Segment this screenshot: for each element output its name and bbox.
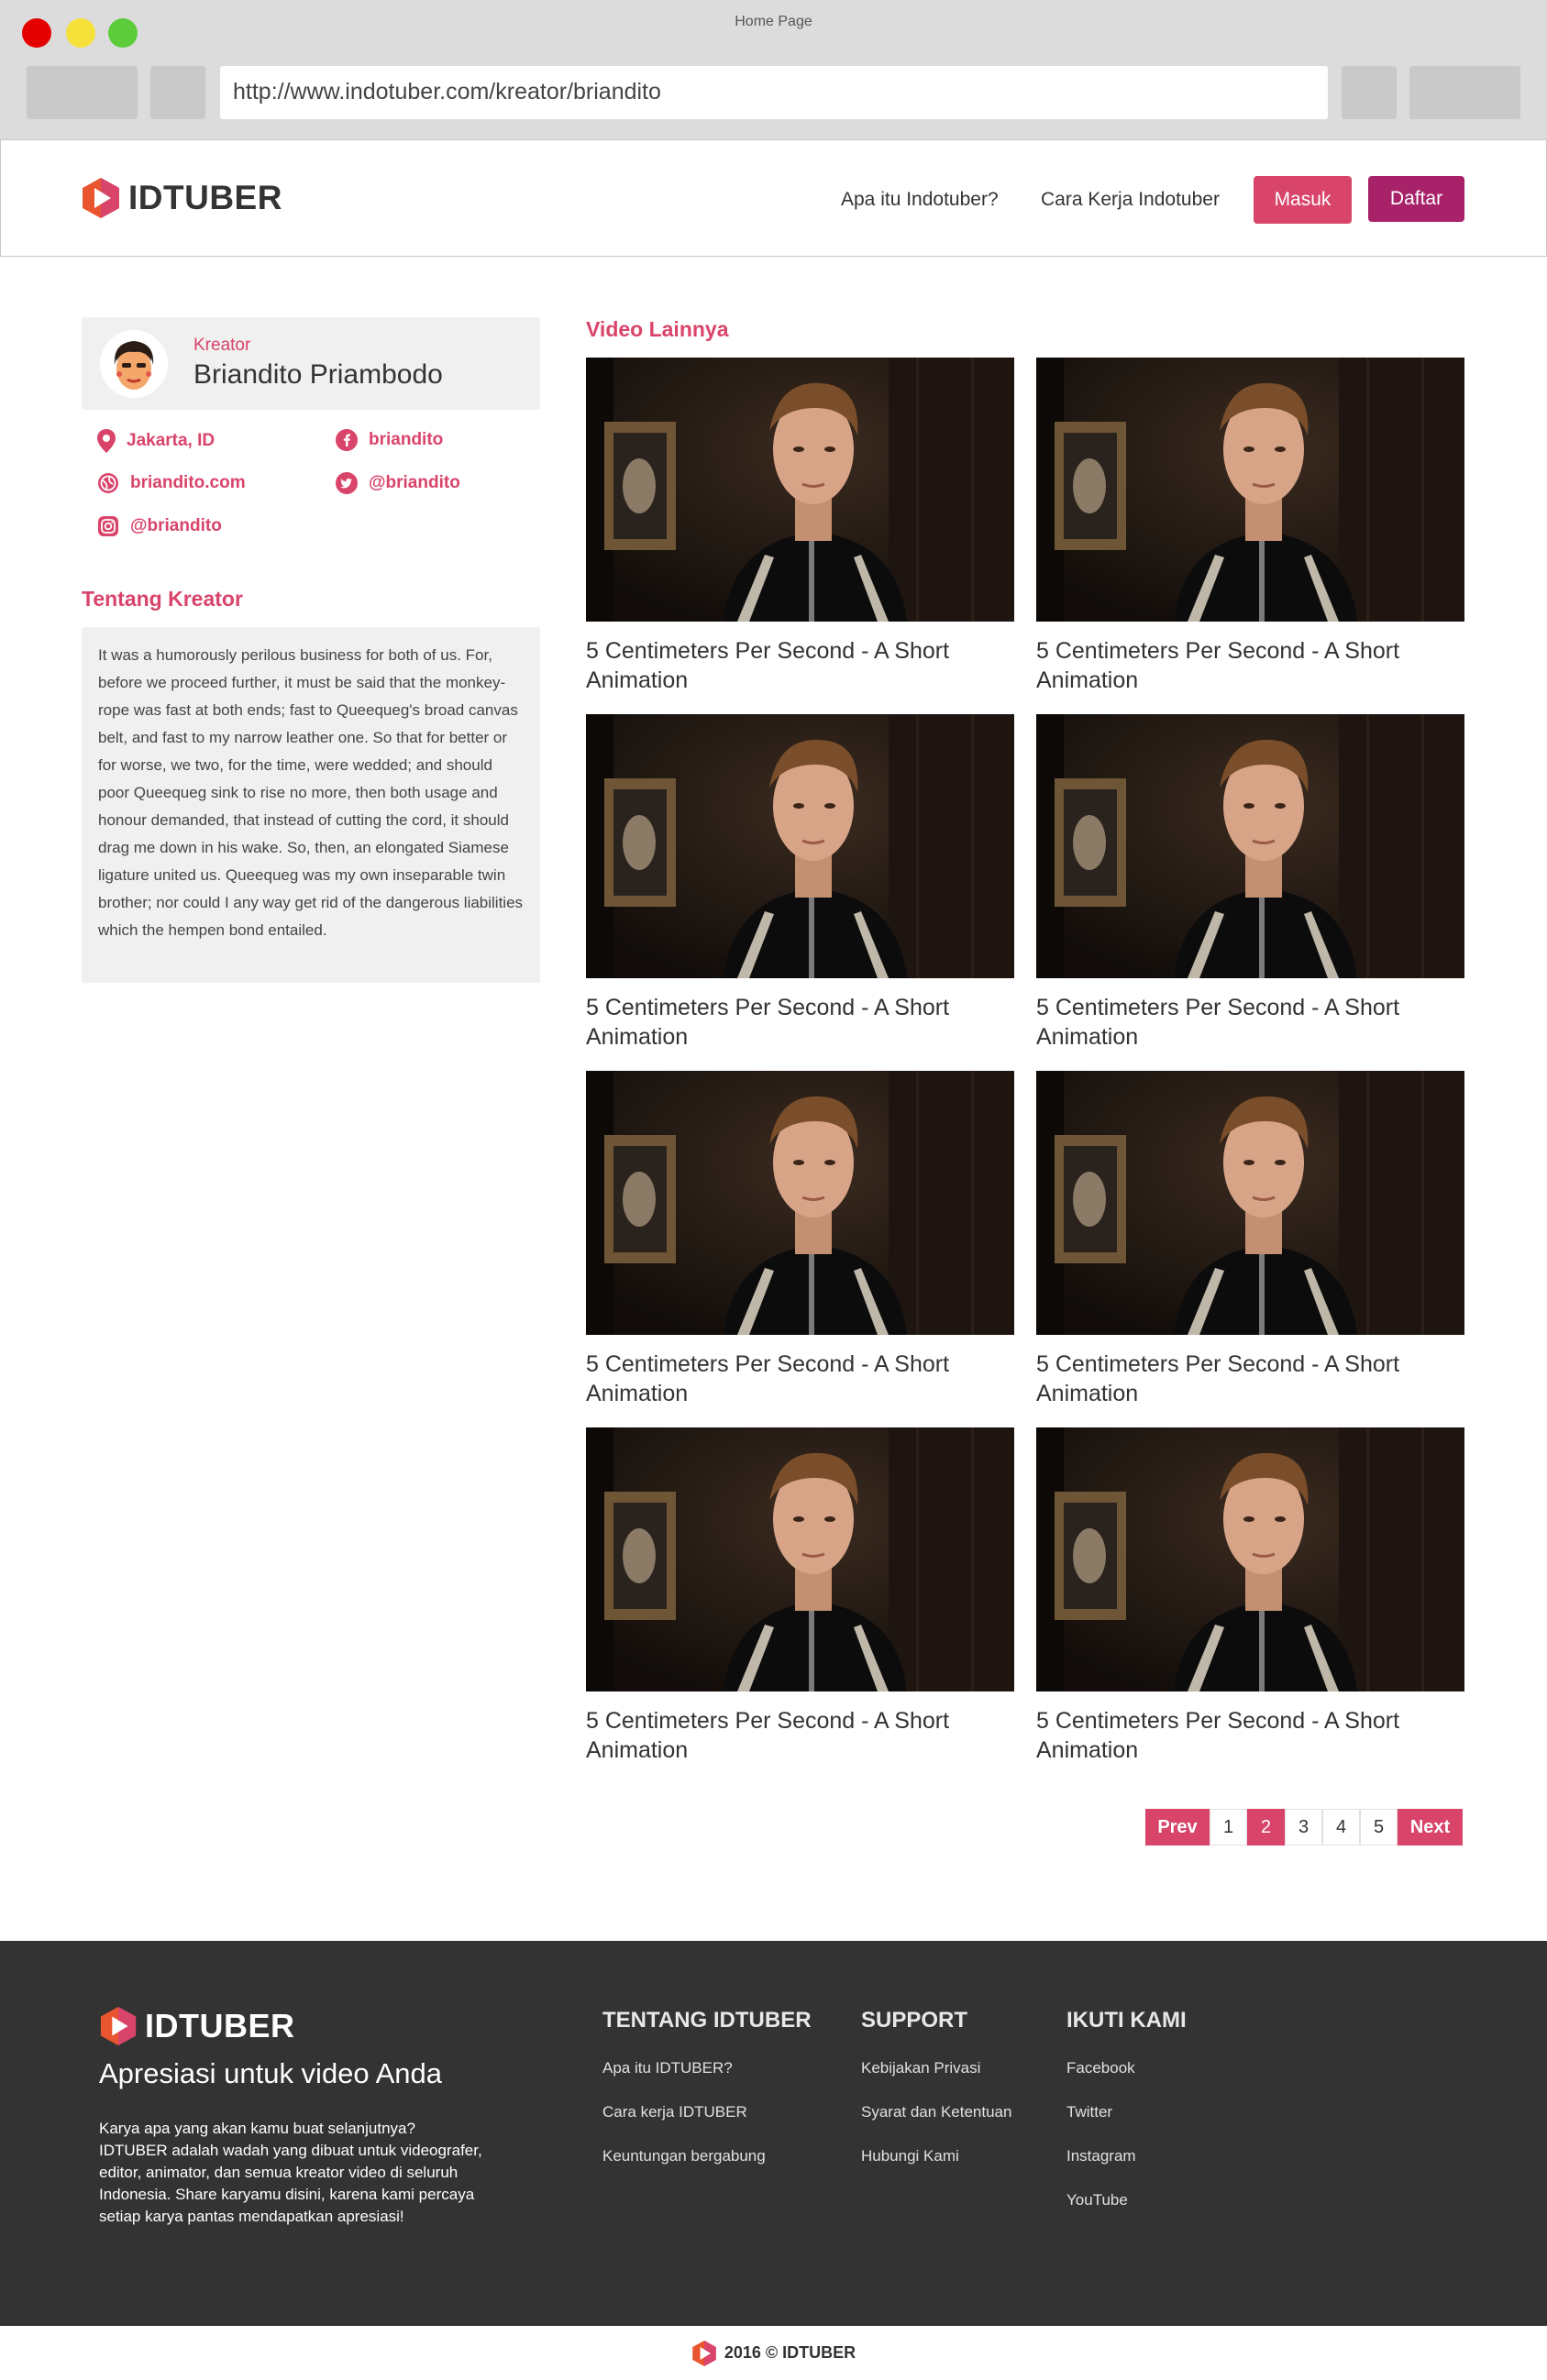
avatar [100,330,168,398]
footer-column-title-support: SUPPORT [861,2008,968,2033]
video-thumbnail-image [1036,1427,1464,1691]
back-button[interactable] [27,66,138,119]
menu-button[interactable] [1409,66,1520,119]
facebook-icon [336,429,358,451]
video-thumbnail-image [586,358,1014,622]
video-thumbnail[interactable] [1036,1071,1464,1335]
copyright-logo-icon [692,2340,716,2366]
window-title: Home Page [735,14,812,29]
video-card[interactable]: 5 Centimeters Per Second - A Short Anima… [586,1427,1014,1765]
pagination-prev-button[interactable]: Prev [1145,1809,1210,1846]
pagination-next-button[interactable]: Next [1398,1809,1463,1846]
footer-column-title-tentang: TENTANG IDTUBER [602,2008,812,2033]
video-thumbnail-image [1036,358,1464,622]
pagination: Prev 1 2 3 4 5 Next [1145,1809,1463,1846]
profile-twitter-text: @briandito [369,473,460,492]
video-thumbnail-image [586,1071,1014,1335]
video-card[interactable]: 5 Centimeters Per Second - A Short Anima… [1036,358,1464,695]
video-thumbnail[interactable] [1036,714,1464,978]
footer-link-hubungi-kami[interactable]: Hubungi Kami [861,2147,959,2165]
video-card[interactable]: 5 Centimeters Per Second - A Short Anima… [586,714,1014,1052]
pagination-page-3[interactable]: 3 [1285,1809,1322,1846]
pagination-page-5[interactable]: 5 [1360,1809,1398,1846]
footer-link-apa-itu-idtuber[interactable]: Apa itu IDTUBER? [602,2059,733,2077]
avatar-illustration-icon [100,330,168,398]
pagination-page-1[interactable]: 1 [1210,1809,1247,1846]
profile-website-text: briandito.com [130,473,246,492]
profile-facebook-link[interactable]: briandito [336,429,443,451]
footer-link-keuntungan[interactable]: Keuntungan bergabung [602,2147,766,2165]
about-text: It was a humorously perilous business fo… [98,646,524,939]
globe-icon [98,473,118,493]
profile-location-text: Jakarta, ID [127,431,215,450]
video-thumbnail-image [1036,1071,1464,1335]
videos-title: Video Lainnya [586,317,729,341]
video-title[interactable]: 5 Centimeters Per Second - A Short Anima… [1036,636,1464,695]
video-title[interactable]: 5 Centimeters Per Second - A Short Anima… [1036,1706,1464,1765]
video-thumbnail[interactable] [1036,358,1464,622]
footer-logo-icon [100,2007,137,2045]
video-title[interactable]: 5 Centimeters Per Second - A Short Anima… [1036,993,1464,1052]
footer-link-kebijakan-privasi[interactable]: Kebijakan Privasi [861,2059,980,2077]
footer-column-title-ikuti: IKUTI KAMI [1066,2008,1187,2033]
video-card[interactable]: 5 Centimeters Per Second - A Short Anima… [1036,1071,1464,1408]
twitter-icon [336,472,358,494]
video-title[interactable]: 5 Centimeters Per Second - A Short Anima… [586,636,1014,695]
forward-button[interactable] [150,66,205,119]
pagination-page-4[interactable]: 4 [1322,1809,1360,1846]
instagram-icon [98,516,118,536]
video-thumbnail-image [1036,714,1464,978]
logo-icon [83,178,119,218]
video-title[interactable]: 5 Centimeters Per Second - A Short Anima… [586,1706,1014,1765]
video-card[interactable]: 5 Centimeters Per Second - A Short Anima… [586,1071,1014,1408]
profile-twitter-link[interactable]: @briandito [336,472,460,494]
video-thumbnail[interactable] [586,1427,1014,1691]
video-title[interactable]: 5 Centimeters Per Second - A Short Anima… [586,993,1014,1052]
about-title: Tentang Kreator [82,587,243,611]
profile-location: Jakarta, ID [97,429,215,453]
login-button[interactable]: Masuk [1254,176,1352,224]
video-card[interactable]: 5 Centimeters Per Second - A Short Anima… [1036,1427,1464,1765]
footer-logo[interactable]: IDTUBER [99,2006,295,2046]
profile-card: Kreator Briandito Priambodo [82,317,540,410]
profile-instagram-link[interactable]: @briandito [97,515,222,537]
video-thumbnail-image [586,714,1014,978]
extension-button[interactable] [1342,66,1397,119]
video-thumbnail[interactable] [586,714,1014,978]
profile-facebook-text: briandito [369,430,444,449]
profile-name: Briandito Priambodo [193,359,443,390]
footer-link-cara-kerja[interactable]: Cara kerja IDTUBER [602,2103,747,2121]
video-thumbnail[interactable] [1036,1427,1464,1691]
video-title[interactable]: 5 Centimeters Per Second - A Short Anima… [1036,1350,1464,1408]
footer-link-youtube[interactable]: YouTube [1066,2191,1128,2209]
about-box: It was a humorously perilous business fo… [82,627,540,983]
footer-link-instagram[interactable]: Instagram [1066,2147,1136,2165]
location-pin-icon [97,429,116,453]
video-card[interactable]: 5 Centimeters Per Second - A Short Anima… [586,358,1014,695]
video-thumbnail[interactable] [586,1071,1014,1335]
pagination-page-2[interactable]: 2 [1247,1809,1285,1846]
copyright-bar: 2016 © IDTUBER [0,2326,1547,2380]
footer-tagline: Apresiasi untuk video Anda [99,2057,442,2089]
video-thumbnail-image [586,1427,1014,1691]
logo-text: IDTUBER [128,179,282,216]
footer-logo-text: IDTUBER [145,2007,295,2044]
nav-link-cara-kerja[interactable]: Cara Kerja Indotuber [1041,189,1220,211]
nav-link-apa-itu[interactable]: Apa itu Indotuber? [841,189,999,211]
footer-link-syarat-ketentuan[interactable]: Syarat dan Ketentuan [861,2103,1011,2121]
profile-role: Kreator [193,336,251,355]
footer-link-twitter[interactable]: Twitter [1066,2103,1112,2121]
footer-description: Karya apa yang akan kamu buat selanjutny… [99,2120,482,2225]
video-thumbnail[interactable] [586,358,1014,622]
footer-link-facebook[interactable]: Facebook [1066,2059,1135,2077]
copyright-text: 2016 © IDTUBER [724,2343,856,2362]
browser-chrome: Home Page http://www.indotuber.com/kreat… [0,0,1547,139]
address-bar[interactable]: http://www.indotuber.com/kreator/briandi… [220,66,1328,119]
profile-website-link[interactable]: briandito.com [97,472,246,494]
profile-instagram-text: @briandito [130,516,222,535]
register-button[interactable]: Daftar [1368,176,1464,222]
header-logo[interactable]: IDTUBER [81,177,282,219]
video-card[interactable]: 5 Centimeters Per Second - A Short Anima… [1036,714,1464,1052]
video-title[interactable]: 5 Centimeters Per Second - A Short Anima… [586,1350,1014,1408]
